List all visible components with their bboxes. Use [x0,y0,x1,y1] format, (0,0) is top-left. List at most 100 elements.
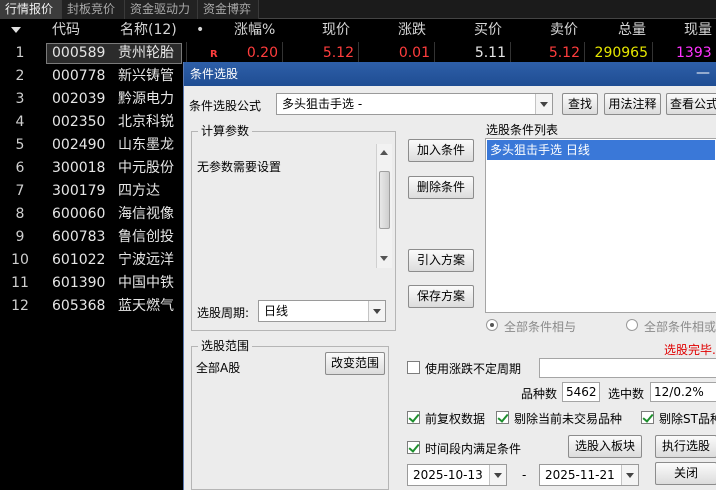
period-satisfy-checkbox[interactable] [407,441,420,454]
exclude-untraded-label: 剔除当前未交易品种 [514,412,623,426]
params-group-title: 计算参数 [198,124,253,138]
stock-name: 中元股份 [118,160,174,176]
stock-name: 黔源电力 [118,91,174,107]
find-button[interactable]: 查找 [562,93,598,115]
stock-code: 601022 [52,252,106,268]
scroll-up-icon[interactable] [380,150,388,155]
scroll-down-icon[interactable] [380,256,388,261]
chevron-down-icon[interactable] [368,301,385,321]
chevron-down-icon[interactable] [535,94,552,114]
col-price[interactable]: 现价 [322,19,350,41]
formula-select[interactable]: 多头狙击手选 - [276,93,553,115]
stock-name: 海信视像 [118,206,174,222]
stock-name: 山东墨龙 [118,137,174,153]
dialog-title-bar[interactable]: 条件选股 — [184,62,716,86]
date-from-select[interactable]: 2025-10-13 [407,464,507,486]
radio-all-and-label: 全部条件相与 [504,320,577,334]
forward-adjust-checkbox[interactable] [407,411,420,424]
stock-name: 宁波远洋 [118,252,174,268]
close-button[interactable]: 关闭 [655,462,716,485]
add-condition-button[interactable]: 加入条件 [408,139,474,162]
col-change[interactable]: 涨跌 [398,19,426,41]
date-separator: - [522,468,527,482]
col-ask[interactable]: 卖价 [550,19,578,41]
stock-code: 300018 [52,160,106,176]
tab-auction[interactable]: 封板竞价 [62,0,125,19]
stock-name: 北京科锐 [118,114,174,130]
col-bid[interactable]: 买价 [474,19,502,41]
chevron-down-icon[interactable] [489,465,506,485]
stock-name: 鲁信创投 [118,229,174,245]
minimize-icon[interactable]: — [695,66,711,82]
count-value: 5462 [562,382,600,402]
selected-value: 12/0.2% [650,382,716,402]
row-index: 10 [11,252,29,268]
col-volume[interactable]: 总量 [618,19,646,41]
row-index: 2 [15,68,25,84]
stock-code: 000778 [52,68,106,84]
delete-condition-button[interactable]: 删除条件 [408,176,474,199]
stock-name: 四方达 [118,183,160,199]
tab-quotes[interactable]: 行情报价 [0,0,62,19]
stock-name: 中国中铁 [118,275,174,291]
status-text: 选股完毕. [664,343,716,357]
date-to-value: 2025-11-21 [545,468,615,482]
stock-code: 300179 [52,183,106,199]
scope-group-title: 选股范围 [198,339,253,353]
execute-screen-button[interactable]: 执行选股 [655,435,716,458]
condition-list-label: 选股条件列表 [486,123,559,137]
row-index: 1 [15,45,25,61]
condition-list[interactable]: 多头狙击手选 日线 [485,138,716,313]
save-plan-button[interactable]: 保存方案 [408,285,474,308]
formula-label: 条件选股公式 [189,99,262,113]
import-plan-button[interactable]: 引入方案 [408,249,474,272]
radio-all-or[interactable] [626,319,638,331]
period-select-value: 日线 [264,304,289,318]
row-index: 12 [11,298,29,314]
view-formula-button[interactable]: 查看公式 [666,93,716,115]
chevron-down-icon[interactable] [621,465,638,485]
tab-label: 资金驱动力 [130,2,191,16]
col-code[interactable]: 代码 [52,19,80,41]
row-index: 5 [15,137,25,153]
stock-code: 002490 [52,137,106,153]
exclude-st-label: 剔除ST品种 [659,412,716,426]
row-index: 8 [15,206,25,222]
variable-period-checkbox[interactable] [407,361,420,374]
stock-code: 600783 [52,229,106,245]
radio-all-and[interactable] [486,319,498,331]
scroll-thumb[interactable] [379,171,390,229]
exclude-untraded-checkbox[interactable] [496,411,509,424]
date-from-value: 2025-10-13 [413,468,483,482]
tab-capital-game[interactable]: 资金博弈 [198,0,259,19]
formula-select-value: 多头狙击手选 - [282,97,363,111]
radio-all-or-label: 全部条件相或 [644,320,716,334]
scope-group: 选股范围 全部A股 改变范围 [191,339,389,490]
variable-period-label: 使用涨跌不定周期 [425,362,522,376]
selected-label: 选中数 [608,387,645,401]
date-to-select[interactable]: 2025-11-21 [539,464,639,486]
stock-screener-dialog: 条件选股 — 条件选股公式 多头狙击手选 - 查找 用法注释 查看公式 计算参数… [183,62,716,490]
stock-code: 000589 [52,45,106,61]
row-index: 6 [15,160,25,176]
sort-down-icon[interactable] [11,27,21,33]
params-group: 计算参数 无参数需要设置 选股周期: 日线 [191,124,396,331]
period-select[interactable]: 日线 [258,300,386,322]
params-scrollbar[interactable] [376,144,392,268]
col-cur-volume[interactable]: 现量 [684,19,712,41]
row-index: 9 [15,229,25,245]
exclude-st-checkbox[interactable] [641,411,654,424]
condition-list-item[interactable]: 多头狙击手选 日线 [487,140,715,160]
usage-notes-button[interactable]: 用法注释 [604,93,661,115]
col-name[interactable]: 名称(12) [120,19,177,41]
change-scope-button[interactable]: 改变范围 [325,352,385,375]
stock-code: 605368 [52,298,106,314]
add-to-block-button[interactable]: 选股入板块 [568,435,642,458]
tab-label: 行情报价 [5,2,54,16]
top-tab-bar: 行情报价 封板竞价 资金驱动力 资金博弈 [0,0,716,19]
tab-capital-drive[interactable]: 资金驱动力 [125,0,198,19]
variable-period-input[interactable] [539,358,716,378]
col-change-pct[interactable]: 涨幅% [234,19,275,41]
tab-label: 资金博弈 [203,2,252,16]
stock-name: 蓝天燃气 [118,298,174,314]
